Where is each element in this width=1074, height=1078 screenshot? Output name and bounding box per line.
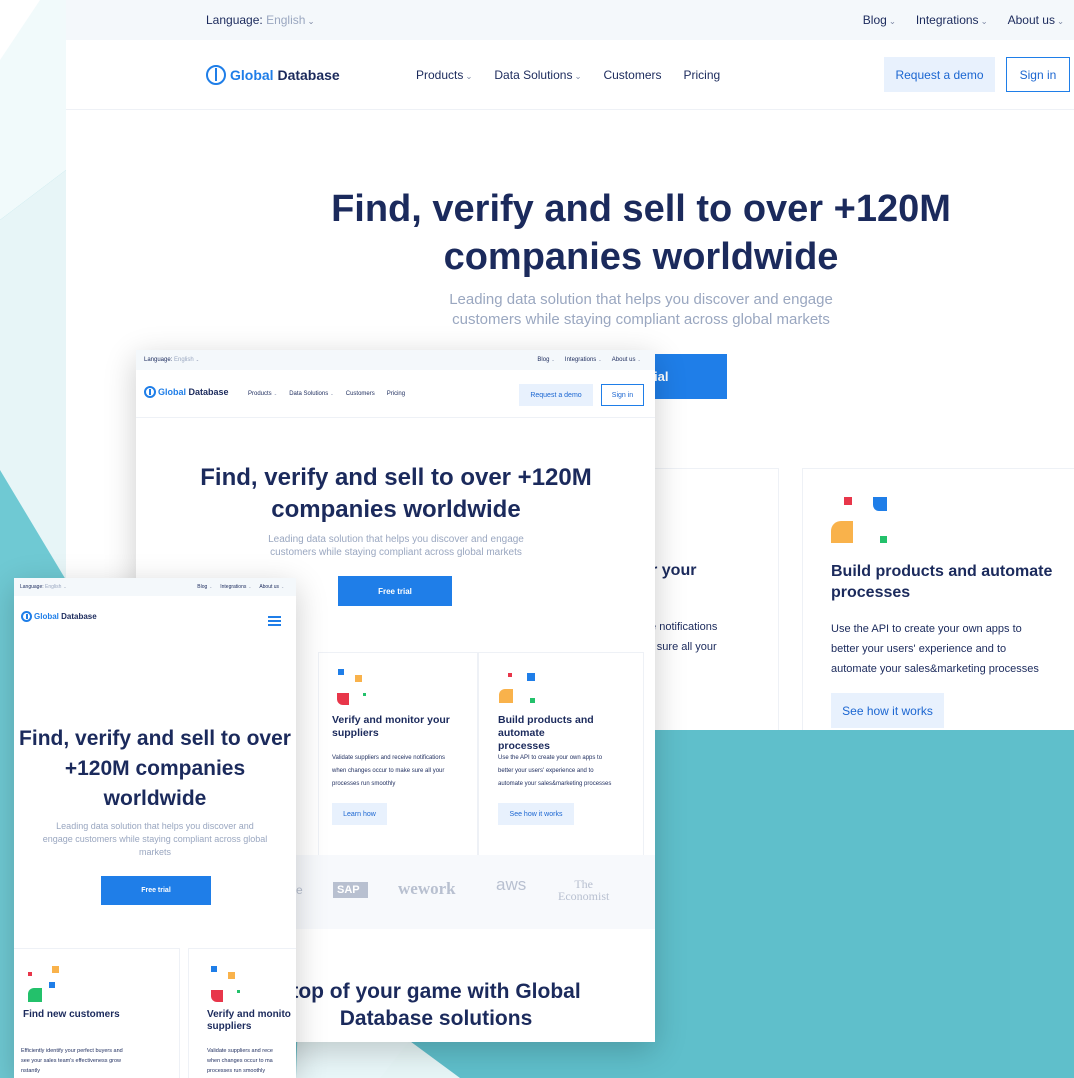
logo[interactable]: Global Database [21,611,97,622]
top-utility-bar: Language: English ⌄ Blog ⌄ Integrations ⌄ A… [66,0,1074,40]
language-selector[interactable]: Language: English ⌄ [144,357,199,363]
nav-pricing[interactable]: Pricing [387,391,405,397]
hero-title: Find, verify and sell to over +120M comp… [331,188,951,278]
hero-title: Find, verify and sell to over +120M compa… [19,727,291,810]
verify-card: Verify and monitor your suppliers Validat… [318,652,478,857]
card-shapes-icon [209,964,249,1004]
integrations-link[interactable]: Integrations ⌄ [220,584,251,590]
about-link[interactable]: About us ⌄ [1008,13,1064,27]
hero-subtitle: Leading data solution that helps you dis… [449,291,833,328]
integrations-link[interactable]: Integrations ⌄ [565,357,602,363]
top-utility-bar: Language: English ⌄ Blog ⌄ Integrations ⌄ A… [14,578,296,596]
card-shapes-icon [25,964,65,1004]
wework-logo: wework [398,879,456,898]
see-how-it-works-button[interactable]: See how it works [498,803,574,825]
verify-card: tor your eive notifications ake sure all… [636,468,779,730]
hamburger-menu-icon[interactable] [268,616,281,626]
global-database-logo-icon [21,611,32,622]
learn-how-button[interactable]: Learn how [332,803,387,825]
free-trial-button[interactable]: Free trial [338,576,452,606]
hero-subtitle: Leading data solution that helps you dis… [42,821,268,857]
main-navbar: Global Database Products ⌄ Data Solutions… [136,370,655,418]
request-demo-button[interactable]: Request a demo [884,57,995,92]
build-card: Build products and automate processes Use… [802,468,1074,730]
card-shapes-icon [499,671,539,711]
hero-subtitle: Leading data solution that helps you dis… [268,534,524,558]
main-navbar: Global Database Products ⌄ Data Solutions… [66,40,1074,110]
integrations-link[interactable]: Integrations ⌄ [916,13,988,27]
language-selector[interactable]: Language: English ⌄ [206,13,314,27]
blog-link[interactable]: Blog ⌄ [197,584,212,590]
nav-products[interactable]: Products ⌄ [248,391,277,397]
nav-customers[interactable]: Customers [603,68,661,82]
economist-logo: The Economist [558,877,610,903]
language-selector[interactable]: Language: English ⌄ [20,584,66,590]
about-link[interactable]: About us ⌄ [259,584,284,590]
about-link[interactable]: About us ⌄ [612,357,641,363]
blog-link[interactable]: Blog ⌄ [537,357,555,363]
mobile-screenshot: Language: English ⌄ Blog ⌄ Integrations ⌄ A… [14,578,296,1078]
hero-title: Find, verify and sell to over +120M compa… [200,464,592,523]
nav-customers[interactable]: Customers [346,391,375,397]
sign-in-button[interactable]: Sign in [601,384,644,406]
see-how-it-works-button[interactable]: See how it works [831,693,944,728]
nav-products[interactable]: Products ⌄ [416,68,472,82]
top-utility-bar: Language: English ⌄ Blog ⌄ Integrations ⌄ A… [136,350,655,370]
global-database-logo-icon [144,386,156,398]
nav-data-solutions[interactable]: Data Solutions ⌄ [494,68,581,82]
card-shapes-icon [333,667,373,707]
bottom-heading: top of your game with Global Database sol… [291,980,581,1030]
logo[interactable]: Global Database [144,386,229,398]
verify-card: Verify and monito suppliers Validate supp… [188,948,296,1078]
nav-data-solutions[interactable]: Data Solutions ⌄ [289,391,334,397]
request-demo-button[interactable]: Request a demo [519,384,593,406]
main-navbar: Global Database [14,596,296,636]
global-database-logo-icon [206,64,226,85]
build-card: Build products and automate processes Use… [478,652,644,857]
aws-logo: aws [496,875,527,894]
sign-in-button[interactable]: Sign in [1006,57,1070,92]
card-shapes-icon [831,494,891,549]
free-trial-button[interactable]: Free trial [101,876,211,905]
caret-down-icon: ⌄ [307,16,315,26]
nav-pricing[interactable]: Pricing [683,68,720,82]
logo[interactable]: Global Database [206,64,340,85]
find-customers-card: Find new customers Efficiently identify … [14,948,180,1078]
sap-logo: SAP [333,882,368,898]
blog-link[interactable]: Blog ⌄ [863,13,896,27]
